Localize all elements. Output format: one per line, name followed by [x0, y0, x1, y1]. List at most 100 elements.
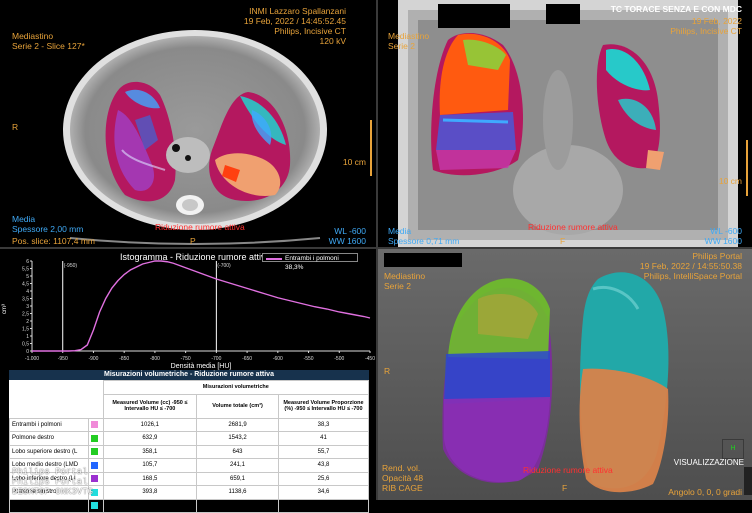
table-row[interactable]: Entrambi i polmoni 1026,1 2681,9 38,3 [8, 417, 370, 432]
orientation-right-label: R [384, 366, 391, 376]
table-row[interactable]: Polmone destro 632,9 1543,2 41 [8, 431, 370, 446]
y-tick-label: 5 [26, 274, 29, 280]
window-width-label: WW 1600 [704, 236, 742, 246]
anonymized-box [438, 4, 510, 28]
side-panel-strip [744, 467, 752, 495]
watermark-line3: DESKTOP-0NK3VTG [12, 487, 94, 497]
filter-label: Media [388, 226, 412, 236]
orientation-right-label: R [12, 122, 19, 132]
table-title: Misurazioni volumetriche - Riduzione rum… [9, 370, 369, 380]
measured-volume-cell: 105,7 [102, 458, 198, 473]
y-tick-label: 6 [26, 259, 29, 265]
x-tick-label: -750 [181, 356, 191, 362]
site-label: Mediastino [388, 31, 430, 41]
table-row[interactable]: Lobo superiore destro (L 358,1 643 55,7 [8, 444, 370, 459]
col-proportion: Measured Volume Proporzione (%) -950 ≤ I… [277, 393, 370, 419]
color-swatch [91, 461, 99, 469]
y-tick-label: 5,5 [22, 267, 29, 273]
row-name: Lobo superiore destro (L [8, 444, 90, 459]
x-tick-label: -550 [304, 356, 314, 362]
series-label: Serie 2 [384, 281, 411, 291]
y-tick-label: 2 [26, 319, 29, 325]
row-color-cell [88, 417, 104, 432]
filter-label: Media [12, 214, 36, 224]
noise-reduction-label: Riduzione rumore attiva [528, 222, 618, 232]
y-tick-label: 3,5 [22, 297, 29, 303]
window-level-label: WL -600 [334, 226, 366, 236]
proportion-cell: 34,6 [277, 485, 370, 500]
row-color-cell [88, 444, 104, 459]
row-color-cell [88, 431, 104, 446]
brand-label: Philips Portal [692, 251, 742, 261]
color-swatch [91, 502, 99, 510]
proportion-cell: 46 [277, 498, 370, 513]
proportion-cell: 41 [277, 431, 370, 446]
x-tick-label: -450 [365, 356, 375, 362]
measured-volume-cell: 1026,1 [102, 417, 198, 432]
opacity-label: Opacità 48 [382, 473, 424, 483]
anonymized-box [384, 253, 462, 267]
table-row[interactable]: Lobo superiore sinistro (L 283 615,9 46 [8, 498, 370, 513]
orientation-foot-label: F [560, 236, 566, 246]
axial-ct-viewport[interactable]: INMI Lazzaro Spallanzani 19 Feb, 2022 / … [0, 0, 376, 247]
row-color-cell [88, 458, 104, 473]
y-tick-label: 1 [26, 334, 29, 340]
color-swatch [91, 475, 99, 483]
total-volume-cell: 2681,9 [196, 417, 279, 432]
histogram-panel[interactable]: Istogramma - Riduzione rumore attiva Ent… [0, 249, 376, 370]
volume-render-viewport[interactable]: Philips Portal 19 Feb, 2022 / 14:55:50.3… [378, 249, 752, 500]
y-axis-label: cm³ [2, 304, 8, 314]
x-tick-label: -1.000 [25, 356, 39, 362]
histogram-curve [32, 260, 371, 352]
measured-volume-cell: 358,1 [102, 444, 198, 459]
total-volume-cell: 1543,2 [196, 431, 279, 446]
y-tick-label: 0 [26, 349, 29, 355]
proportion-cell: 25,6 [277, 471, 370, 486]
y-tick-label: 4 [26, 289, 29, 295]
study-datetime: 19 Feb, 2022 / 14:55:50.38 [639, 261, 742, 271]
color-swatch [91, 421, 99, 429]
scale-label: 10 cm [718, 176, 742, 186]
y-tick-label: 1,5 [22, 327, 29, 333]
preset-label: RIB CAGE [382, 483, 423, 493]
threshold-right-label: (-700) [217, 263, 231, 269]
measured-volume-cell: 632,9 [102, 431, 198, 446]
x-tick-label: -600 [273, 356, 283, 362]
watermark-line1: Philips Portal [12, 467, 88, 477]
total-volume-cell: 643 [196, 444, 279, 459]
empty-header [9, 380, 89, 394]
scale-bar [746, 140, 748, 196]
total-volume-cell: 241,1 [196, 458, 279, 473]
empty-header [88, 394, 104, 418]
thickness-label: Spessore 0,71 mm [388, 236, 460, 246]
orientation-cube-label: H [730, 445, 736, 452]
anonymized-box [8, 4, 132, 28]
coronal-ct-viewport[interactable]: TC TORACE SENZA E CON MDC 19 Feb, 2022 P… [378, 0, 752, 247]
series-label: Serie 2 - Slice 127* [12, 41, 85, 51]
col-total-volume: Volume totale (cm³) [196, 393, 279, 419]
total-volume-cell: 1138,6 [196, 485, 279, 500]
x-tick-label: -500 [334, 356, 344, 362]
thickness-label: Spessore 2,00 mm [12, 224, 84, 234]
scanner-label: Philips, IntelliSpace Portal [643, 271, 742, 281]
orientation-cube-icon[interactable]: H [722, 439, 744, 459]
series-label: Serie 2 [388, 41, 415, 51]
site-label: Mediastino [384, 271, 426, 281]
window-width-label: WW 1600 [328, 236, 366, 246]
row-color-cell [88, 471, 104, 486]
y-tick-label: 4,5 [22, 282, 29, 288]
scanner-label: Philips, Incisive CT [670, 26, 742, 36]
color-swatch [91, 434, 99, 442]
x-axis-label: Densità media [HU] [171, 363, 232, 370]
noise-reduction-label: Riduzione rumore attiva [523, 465, 613, 475]
measured-volume-cell: 393,8 [102, 485, 198, 500]
site-label: Mediastino [12, 31, 54, 41]
watermark-line2: Philips Portal [12, 477, 88, 487]
y-tick-label: 2,5 [22, 312, 29, 318]
x-tick-label: -800 [150, 356, 160, 362]
scanner-label: Philips, Incisive CT [274, 26, 346, 36]
x-tick-label: -950 [58, 356, 68, 362]
visualization-label: VISUALIZZAZIONE [673, 458, 744, 467]
row-name: Lobo superiore sinistro (L [8, 498, 90, 513]
measured-volume-cell: 283 [102, 498, 198, 513]
